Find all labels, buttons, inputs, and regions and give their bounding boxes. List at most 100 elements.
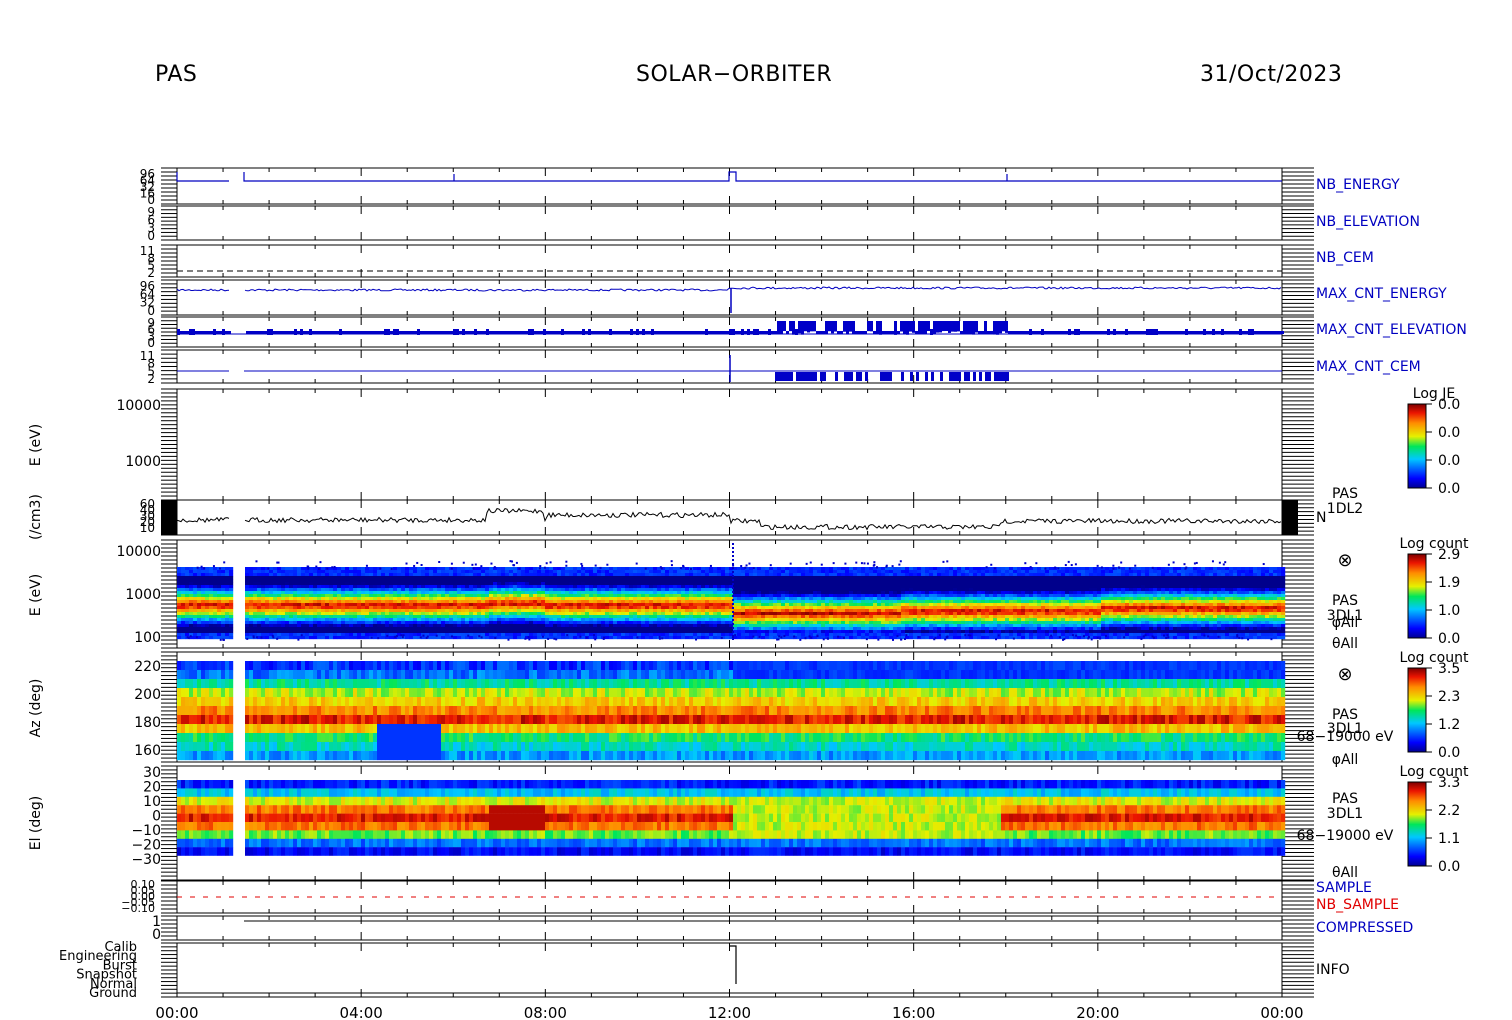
- spectrogram-cell: [577, 570, 582, 574]
- spectrogram-cell: [641, 582, 646, 586]
- spectrogram-cell: [193, 588, 198, 592]
- spectrogram-cell: [513, 579, 518, 583]
- spectrogram-cell: [581, 573, 586, 577]
- spectrogram-cell: [573, 585, 578, 589]
- spectrogram-cell: [601, 567, 606, 571]
- spectrogram-cell: [569, 597, 574, 601]
- spectrogram-cell: [369, 597, 374, 601]
- spectrogram-cell: [485, 606, 490, 610]
- spectrogram-cell: [549, 573, 554, 577]
- spectrogram-cell: [261, 615, 266, 619]
- spectrogram-cell: [509, 597, 514, 601]
- spectrogram-cell: [229, 609, 234, 613]
- spectrogram-cell: [429, 615, 434, 619]
- spectrogram-cell: [333, 591, 338, 595]
- spectrogram-cell: [637, 588, 642, 592]
- spectrogram-cell: [277, 606, 282, 610]
- spectrogram-cell: [193, 579, 198, 583]
- cem-bar: [901, 372, 904, 381]
- spectrogram-cell: [305, 630, 310, 634]
- spectrogram-cell: [201, 624, 206, 628]
- spectrogram-cell: [433, 627, 438, 631]
- spectrogram-cell: [273, 621, 278, 625]
- spectrogram-cell: [369, 630, 374, 634]
- spectrogram-cell: [285, 618, 290, 622]
- spectrogram-cell: [405, 570, 410, 574]
- spectrogram-cell: [189, 615, 194, 619]
- spectrogram-cell: [217, 609, 222, 613]
- spectrogram-cell: [177, 591, 182, 595]
- spectrogram-cell: [221, 600, 226, 604]
- spectrogram-cell: [385, 630, 390, 634]
- spectrogram-cell: [581, 591, 586, 595]
- spectrogram-cell: [685, 585, 690, 589]
- spectrogram-cell: [433, 582, 438, 586]
- spectrogram-cell: [537, 579, 542, 583]
- spectrogram-cell: [621, 633, 626, 637]
- spectrogram-cell: [405, 606, 410, 610]
- spectrogram-cell: [617, 603, 622, 607]
- spectrogram-cell: [445, 573, 450, 577]
- spectrogram-cell: [453, 594, 458, 598]
- spectrogram-cell: [329, 600, 334, 604]
- spectrogram-cell: [261, 603, 266, 607]
- spectrogram-cell: [529, 615, 534, 619]
- elevation-bar: [789, 321, 792, 332]
- spectrogram-cell: [397, 624, 402, 628]
- elevation-bar: [828, 321, 831, 332]
- spectrogram-cell: [701, 624, 706, 628]
- spectrogram-cell: [721, 582, 726, 586]
- spectrogram-cell: [525, 588, 530, 592]
- spectrogram-cell: [325, 633, 330, 637]
- spectrogram-cell: [437, 612, 442, 616]
- spectrogram-cell: [197, 591, 202, 595]
- spectrogram-cell: [533, 636, 538, 640]
- spectrogram-cell: [201, 576, 206, 580]
- spectrogram-cell: [689, 618, 694, 622]
- spectrogram-cell: [629, 606, 634, 610]
- panel-label: MAX_CNT_CEM: [1316, 359, 1421, 375]
- spectrogram-cell: [381, 585, 386, 589]
- spectrogram-cell: [261, 621, 266, 625]
- spectrogram-cell: [333, 615, 338, 619]
- spectrogram-cell: [365, 615, 370, 619]
- spectrogram-cell: [341, 618, 346, 622]
- spectrogram-cell: [549, 609, 554, 613]
- spectrogram-cell: [661, 630, 666, 634]
- spectrogram-cell: [525, 579, 530, 583]
- x-tick-label: 20:00: [1076, 1004, 1119, 1020]
- spectrogram-cell: [621, 591, 626, 595]
- spectrogram-cell: [389, 615, 394, 619]
- spectrogram-cell: [709, 591, 714, 595]
- spectrogram-cell: [373, 585, 378, 589]
- spectrogram-cell: [653, 603, 658, 607]
- spectrogram-cell: [521, 624, 526, 628]
- spectrogram-cell: [677, 594, 682, 598]
- spectrogram-cell: [433, 600, 438, 604]
- spectrogram-cell: [541, 633, 546, 637]
- spectrogram-cell: [545, 576, 550, 580]
- spectrogram-cell: [493, 570, 498, 574]
- spectrogram-cell: [457, 570, 462, 574]
- spectrogram-cell: [253, 630, 258, 634]
- spectrogram-cell: [417, 621, 422, 625]
- spectrogram-cell: [521, 615, 526, 619]
- spectrogram-cell: [189, 612, 194, 616]
- spectrogram-cell: [685, 606, 690, 610]
- spectrogram-cell: [293, 621, 298, 625]
- spectrogram-cell: [549, 594, 554, 598]
- spectrogram-cell: [193, 627, 198, 631]
- spectrogram-cell: [689, 597, 694, 601]
- spectrogram-cell: [353, 567, 358, 571]
- spectrogram-cell: [373, 633, 378, 637]
- spectrogram-cell: [441, 597, 446, 601]
- spectrogram-cell: [261, 627, 266, 631]
- elevation-bar: [939, 321, 942, 333]
- spectrogram-cell: [453, 630, 458, 634]
- spectrogram-cell: [609, 570, 614, 574]
- spectrogram-cell: [245, 603, 250, 607]
- spectrogram-cell: [693, 582, 698, 586]
- spectrogram-cell: [205, 618, 210, 622]
- spectrogram-cell: [273, 576, 278, 580]
- spectrogram-cell: [225, 612, 230, 616]
